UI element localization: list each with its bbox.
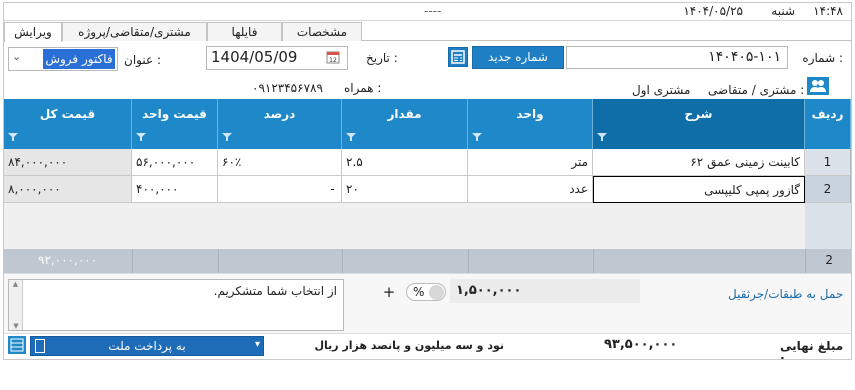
- col-unit-price-header[interactable]: قیمت واحد: [132, 99, 218, 149]
- number-label: شماره :: [802, 51, 843, 65]
- percent-toggle[interactable]: %: [406, 283, 446, 301]
- row1-description[interactable]: کابینت زمینی عمق ۶۲: [593, 149, 805, 176]
- clock-time: ۱۴:۴۸: [813, 4, 843, 18]
- chevron-down-icon: ⌄: [12, 50, 22, 63]
- tab-properties[interactable]: مشخصات: [282, 22, 362, 41]
- amount-in-words: نود و سه میلیون و پانصد هزار ریال: [314, 339, 504, 352]
- note-text: از انتخاب شما متشکریم.: [213, 284, 337, 298]
- tab-edit[interactable]: ویرایش: [4, 22, 62, 42]
- new-number-button[interactable]: شماره جدید: [472, 46, 564, 69]
- row1-quantity[interactable]: ۲.۵: [342, 149, 468, 176]
- row2-percent[interactable]: -: [218, 176, 342, 203]
- final-amount: ۹۳,۵۰۰,۰۰۰: [604, 337, 678, 352]
- row1-unit-price[interactable]: ۵۶,۰۰۰,۰۰۰: [132, 149, 218, 176]
- calendar-icon[interactable]: 12: [326, 50, 340, 64]
- separator-dashes: ----: [424, 4, 442, 18]
- row2-unit-price[interactable]: ۴۰۰,۰۰۰: [132, 176, 218, 203]
- add-charge-button[interactable]: +: [374, 282, 404, 302]
- grid-toggle-icon[interactable]: [8, 336, 26, 354]
- col-description-header[interactable]: شرح: [593, 99, 805, 149]
- row1-index[interactable]: 1: [805, 149, 851, 176]
- people-icon[interactable]: [807, 77, 829, 95]
- row2-unit[interactable]: عدد: [468, 176, 593, 203]
- grid-footer: ۹۲,۰۰۰,۰۰۰ 2: [4, 249, 851, 273]
- title-select[interactable]: فاکتور فروش ⌄: [8, 47, 118, 71]
- row2-description[interactable]: گازور پمپی کلیپسی: [593, 176, 805, 203]
- col-total-header[interactable]: قیمت کل: [4, 99, 132, 149]
- col-percent-header[interactable]: درصد: [218, 99, 342, 149]
- tab-bar: ویرایش مشتری/متقاضی/پروژه فایلها مشخصات: [4, 21, 851, 42]
- col-quantity-header[interactable]: مقدار: [342, 99, 468, 149]
- weekday: شنبه: [771, 4, 795, 18]
- mobile-number: ۰۹۱۲۳۴۵۶۷۸۹: [252, 81, 323, 95]
- row2-total[interactable]: ۸,۰۰۰,۰۰۰: [4, 176, 132, 203]
- final-label: مبلغ نهایی :: [780, 339, 844, 360]
- grid-empty-rowhdr: [805, 203, 851, 249]
- current-date: ۱۴۰۴/۰۵/۲۵: [683, 4, 743, 18]
- invoice-window: ۱۴:۴۸ شنبه ۱۴۰۴/۰۵/۲۵ ---- ویرایش مشتری/…: [3, 2, 852, 360]
- col-unit-header[interactable]: واحد: [468, 99, 593, 149]
- col-row-header: ردیف: [805, 99, 851, 149]
- grid-footer-total: ۹۲,۰۰۰,۰۰۰: [38, 253, 98, 267]
- customer-label: مشتری / متقاضی :: [708, 83, 805, 97]
- grid-empty-area: [4, 203, 805, 249]
- row1-total[interactable]: ۸۴,۰۰۰,۰۰۰: [4, 149, 132, 176]
- note-textarea[interactable]: ▲ ▼ از انتخاب شما متشکریم.: [8, 279, 344, 331]
- title-label: عنوان :: [124, 53, 161, 67]
- row1-unit[interactable]: متر: [468, 149, 593, 176]
- customer-name[interactable]: مشتری اول: [632, 83, 690, 97]
- shipping-link[interactable]: حمل به طبقات/جرثقیل: [728, 287, 843, 301]
- mobile-label: همراه :: [344, 81, 382, 95]
- row2-index[interactable]: 2: [805, 176, 851, 203]
- chevron-down-icon: ▾: [254, 339, 260, 350]
- title-select-value: فاکتور فروش: [43, 49, 115, 69]
- row2-quantity[interactable]: ۲۰: [342, 176, 468, 203]
- shipping-amount-field[interactable]: ۱,۵۰۰,۰۰۰: [450, 279, 640, 303]
- grid-footer-count: 2: [825, 253, 833, 267]
- tab-customer-project[interactable]: مشتری/متقاضی/پروژه: [62, 22, 207, 41]
- date-label: تاریخ :: [366, 51, 398, 65]
- tab-files[interactable]: فایلها: [207, 22, 282, 41]
- status-strip: ۱۴:۴۸ شنبه ۱۴۰۴/۰۵/۲۵ ----: [4, 3, 851, 21]
- calculator-icon[interactable]: [448, 47, 468, 67]
- invoice-number-field[interactable]: ۱۴۰۴۰۵-۱۰۱: [566, 46, 788, 69]
- payment-method-select[interactable]: به پرداخت ملت ▾: [30, 336, 264, 356]
- svg-text:12: 12: [329, 57, 337, 64]
- note-scrollbar[interactable]: ▲ ▼: [9, 280, 23, 330]
- row1-percent[interactable]: ۶۰٪: [218, 149, 342, 176]
